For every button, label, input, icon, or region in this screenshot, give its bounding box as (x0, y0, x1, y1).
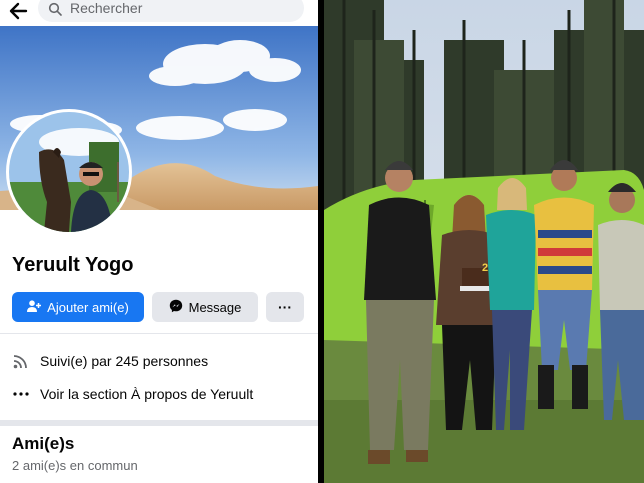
followers-text: Suivi(e) par 245 personnes (40, 353, 209, 369)
avatar[interactable] (6, 109, 132, 235)
about-link[interactable]: Voir la section À propos de Yeruult (40, 386, 253, 402)
search-input[interactable]: Rechercher (38, 0, 304, 22)
add-friend-button[interactable]: Ajouter ami(e) (12, 292, 144, 322)
message-label: Message (188, 299, 242, 315)
section-divider (0, 420, 318, 426)
top-bar: Rechercher (0, 0, 318, 26)
dots-icon (12, 385, 30, 403)
search-icon (48, 2, 62, 16)
more-icon: ··· (278, 299, 292, 315)
add-friend-icon (27, 299, 42, 315)
message-button[interactable]: Message (152, 292, 258, 322)
profile-name: Yeruult Yogo (12, 254, 134, 276)
group-photo: 27 (324, 0, 644, 483)
mutual-friends-text[interactable]: 2 ami(e)s en commun (12, 458, 138, 473)
followers-row: Suivi(e) par 245 personnes (12, 352, 208, 370)
add-friend-label: Ajouter ami(e) (47, 299, 129, 315)
about-row[interactable]: Voir la section À propos de Yeruult (12, 385, 253, 403)
rss-icon (12, 352, 30, 370)
messenger-icon (169, 299, 183, 316)
divider (0, 333, 318, 334)
profile-panel: Rechercher Yeruult Yogo Ajouter ami(e) M… (0, 0, 318, 483)
more-options-button[interactable]: ··· (266, 292, 304, 322)
search-placeholder: Rechercher (70, 0, 143, 16)
back-arrow-icon[interactable] (6, 0, 32, 24)
friends-section-title[interactable]: Ami(e)s (12, 434, 74, 454)
